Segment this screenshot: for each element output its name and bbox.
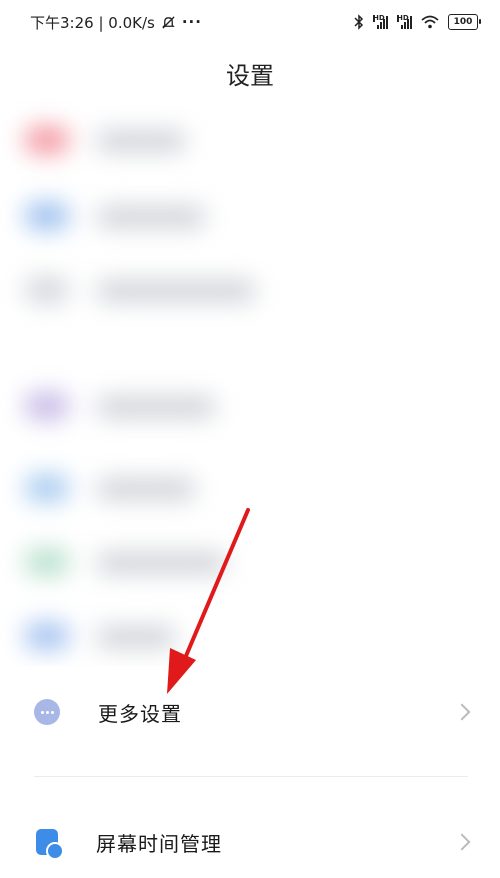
screen-time-item[interactable]: 屏幕时间管理: [0, 806, 500, 878]
chevron-right-icon: [453, 833, 471, 851]
chevron-right-icon: [453, 703, 471, 721]
more-settings-item[interactable]: 更多设置: [0, 676, 500, 748]
status-left: 下午3:26 | 0.0K/s ···: [30, 12, 202, 33]
status-more-icon: ···: [181, 13, 202, 31]
more-dots-icon: [34, 699, 60, 725]
more-settings-label: 更多设置: [98, 701, 182, 726]
page-title: 设置: [226, 62, 274, 90]
status-bar: 下午3:26 | 0.0K/s ··· HD HD 100: [0, 0, 500, 44]
battery-icon: 100: [448, 14, 481, 30]
mute-bell-icon: [162, 15, 175, 29]
bluetooth-icon: [354, 14, 364, 30]
screen-time-label: 屏幕时间管理: [96, 831, 222, 856]
signal-1-icon: HD: [373, 15, 388, 29]
wifi-icon: [421, 15, 439, 29]
blurred-settings-list: [0, 96, 500, 666]
status-time-speed: 下午3:26 | 0.0K/s: [30, 13, 155, 32]
divider: [34, 776, 468, 777]
signal-2-icon: HD: [397, 15, 412, 29]
screen-time-icon: [36, 829, 64, 860]
status-right: HD HD 100: [354, 14, 481, 30]
